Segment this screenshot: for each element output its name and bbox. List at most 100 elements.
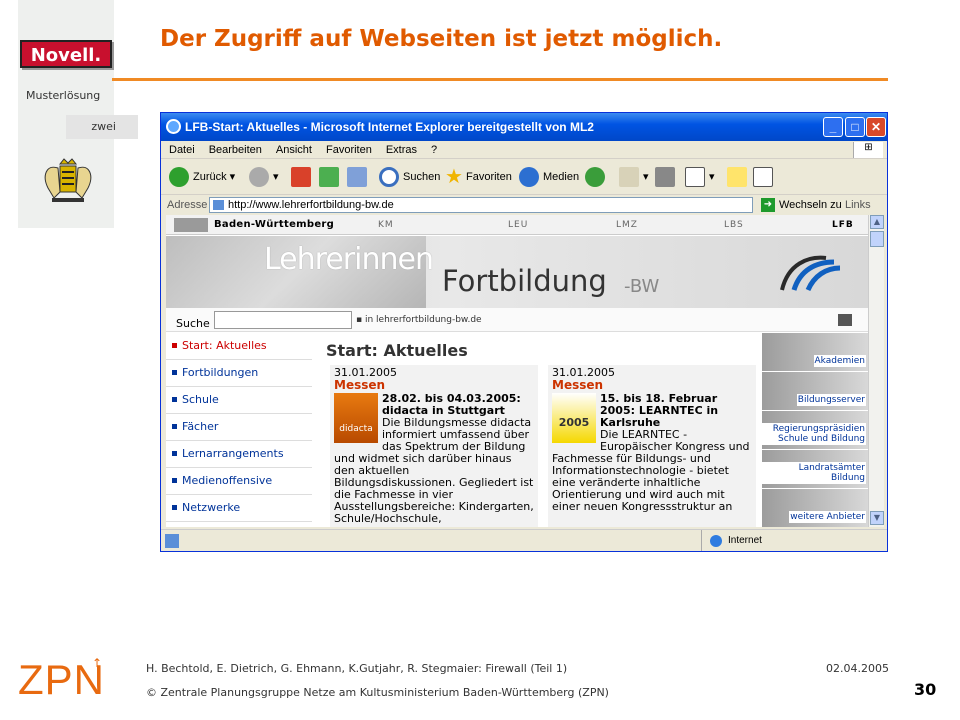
nav-km[interactable]: KM [378, 215, 394, 235]
footer-authors: H. Bechtold, E. Dietrich, G. Ehmann, K.G… [146, 662, 568, 675]
status-bar: Internet [161, 529, 887, 551]
windows-flag-icon: ⊞ [853, 142, 883, 158]
scroll-up-icon[interactable]: ▲ [870, 215, 884, 229]
go-arrow-icon: ➜ [761, 198, 775, 213]
sidebar-item-start[interactable]: Start: Aktuelles [166, 333, 312, 360]
forward-button[interactable]: ▾ [249, 165, 279, 189]
discuss-button[interactable] [727, 165, 751, 189]
security-zone: Internet [701, 530, 887, 551]
address-input[interactable]: http://www.lehrerfortbildung-bw.de [209, 197, 753, 213]
word-icon [685, 167, 705, 188]
menu-bearbeiten[interactable]: Bearbeiten [201, 141, 268, 159]
media-button[interactable]: Medien [519, 165, 579, 189]
sidebar-item-faecher[interactable]: Fächer [166, 414, 312, 441]
window-titlebar[interactable]: LFB-Start: Aktuelles - Microsoft Interne… [161, 113, 887, 141]
vertical-scrollbar[interactable]: ▲ ▼ [868, 215, 884, 527]
site-header-nav: Baden-Württemberg KM LEU LMZ LBS LFB [166, 215, 868, 235]
scroll-down-icon[interactable]: ▼ [870, 511, 884, 525]
site-banner: Lehrerinnen Fortbildung -BW [166, 236, 868, 308]
print-button[interactable] [655, 165, 679, 189]
note-icon [727, 167, 747, 188]
menu-favoriten[interactable]: Favoriten [318, 141, 378, 159]
zone-label: Internet [728, 535, 762, 546]
links-toolbar[interactable]: Links [845, 195, 871, 215]
content-title: Start: Aktuelles [326, 341, 468, 360]
forward-arrow-icon [249, 167, 269, 188]
novell-logo: Novell. [20, 40, 112, 68]
nav-leu[interactable]: LEU [508, 215, 528, 235]
footer-date: 02.04.2005 [826, 662, 889, 675]
maximize-button[interactable]: □ [845, 117, 865, 137]
mail-button[interactable]: ▾ [619, 165, 649, 189]
section-tag: zwei [66, 115, 138, 139]
page-status-icon [165, 534, 179, 548]
menu-datei[interactable]: Datei [161, 141, 201, 159]
nav-lmz[interactable]: LMZ [616, 215, 638, 235]
media-icon [519, 167, 539, 188]
coat-of-arms-icon [44, 158, 92, 202]
news-card: 31.01.2005 Messen didacta 28.02. bis 04.… [330, 365, 538, 527]
nav-lbs[interactable]: LBS [724, 215, 744, 235]
mail-icon [619, 167, 639, 188]
home-icon [347, 167, 367, 188]
sidebar-item-schule[interactable]: Schule [166, 387, 312, 414]
globe-icon [710, 535, 722, 547]
search-button[interactable]: Suchen [379, 165, 440, 189]
menu-help[interactable]: ? [423, 141, 443, 159]
menu-ansicht[interactable]: Ansicht [268, 141, 318, 159]
close-button[interactable]: ✕ [866, 117, 886, 137]
go-button[interactable]: ➜ Wechseln zu [761, 196, 842, 214]
ie-logo-icon [166, 119, 181, 134]
news-category[interactable]: Messen [334, 379, 534, 391]
toolbar: Zurück ▾ ▾ Suchen ★ Favoriten Medien ▾ ▾ [161, 159, 887, 195]
stop-button[interactable] [291, 165, 315, 189]
title-divider [112, 78, 888, 81]
partner-link-weitere[interactable]: weitere Anbieter [762, 489, 868, 527]
scroll-thumb[interactable] [870, 231, 884, 247]
news-card: 31.01.2005 Messen 2005 15. bis 18. Febru… [548, 365, 756, 527]
nav-lfb[interactable]: LFB [832, 215, 854, 235]
partner-link-regierungspraesidien[interactable]: Regierungspräsidien Schule und Bildung [762, 411, 868, 449]
stop-icon [291, 167, 311, 188]
partner-link-landratsaemter[interactable]: Landratsämter Bildung [762, 450, 868, 488]
learntec-thumbnail[interactable]: 2005 [552, 393, 596, 443]
refresh-icon [319, 167, 339, 188]
back-button[interactable]: Zurück ▾ [169, 165, 235, 189]
didacta-thumbnail[interactable]: didacta [334, 393, 378, 443]
menu-extras[interactable]: Extras [378, 141, 423, 159]
page-icon [213, 200, 224, 210]
sidebar-item-lernarrangements[interactable]: Lernarrangements [166, 441, 312, 468]
menu-bar: Datei Bearbeiten Ansicht Favoriten Extras? [161, 141, 887, 159]
history-icon [585, 167, 605, 188]
home-button[interactable] [347, 165, 371, 189]
messenger-button[interactable] [753, 165, 777, 189]
edit-button[interactable]: ▾ [685, 165, 715, 189]
site-sidebar-nav: Start: Aktuelles Fortbildungen Schule Fä… [166, 333, 312, 522]
section-label: Musterlösung [26, 89, 101, 102]
refresh-button[interactable] [319, 165, 343, 189]
sidebar-item-medienoffensive[interactable]: Medienoffensive [166, 468, 312, 495]
address-bar: Adresse http://www.lehrerfortbildung-bw.… [161, 195, 887, 215]
banner-bw: -BW [624, 276, 660, 297]
banner-lehrerinnen: Lehrerinnen [264, 242, 434, 277]
print-page-icon[interactable] [838, 314, 852, 326]
site-search-row: Suche ▪ in lehrerfortbildung-bw.de [166, 308, 868, 332]
lfb-logo-icon [780, 255, 841, 292]
zpn-arrow-icon: ↑ [92, 656, 103, 670]
messenger-icon [753, 167, 773, 188]
history-button[interactable] [585, 165, 609, 189]
print-icon [655, 167, 675, 188]
banner-fortbildung: Fortbildung [442, 264, 607, 298]
sidebar-item-netzwerke[interactable]: Netzwerke [166, 495, 312, 522]
favorites-button[interactable]: ★ Favoriten [445, 165, 512, 189]
partner-link-bildungsserver[interactable]: Bildungsserver [762, 372, 868, 410]
partner-link-akademien[interactable]: Akademien [762, 333, 868, 371]
slide: Novell. Musterlösung zwei Der Zugriff au… [0, 0, 960, 720]
site-region-label: Baden-Württemberg [214, 219, 335, 230]
sidebar-item-fortbildungen[interactable]: Fortbildungen [166, 360, 312, 387]
site-search-input[interactable] [214, 311, 352, 329]
site-search-scope[interactable]: ▪ in lehrerfortbildung-bw.de [356, 308, 482, 332]
bw-flag-icon [174, 218, 208, 232]
minimize-button[interactable]: _ [823, 117, 843, 137]
news-category[interactable]: Messen [552, 379, 752, 391]
